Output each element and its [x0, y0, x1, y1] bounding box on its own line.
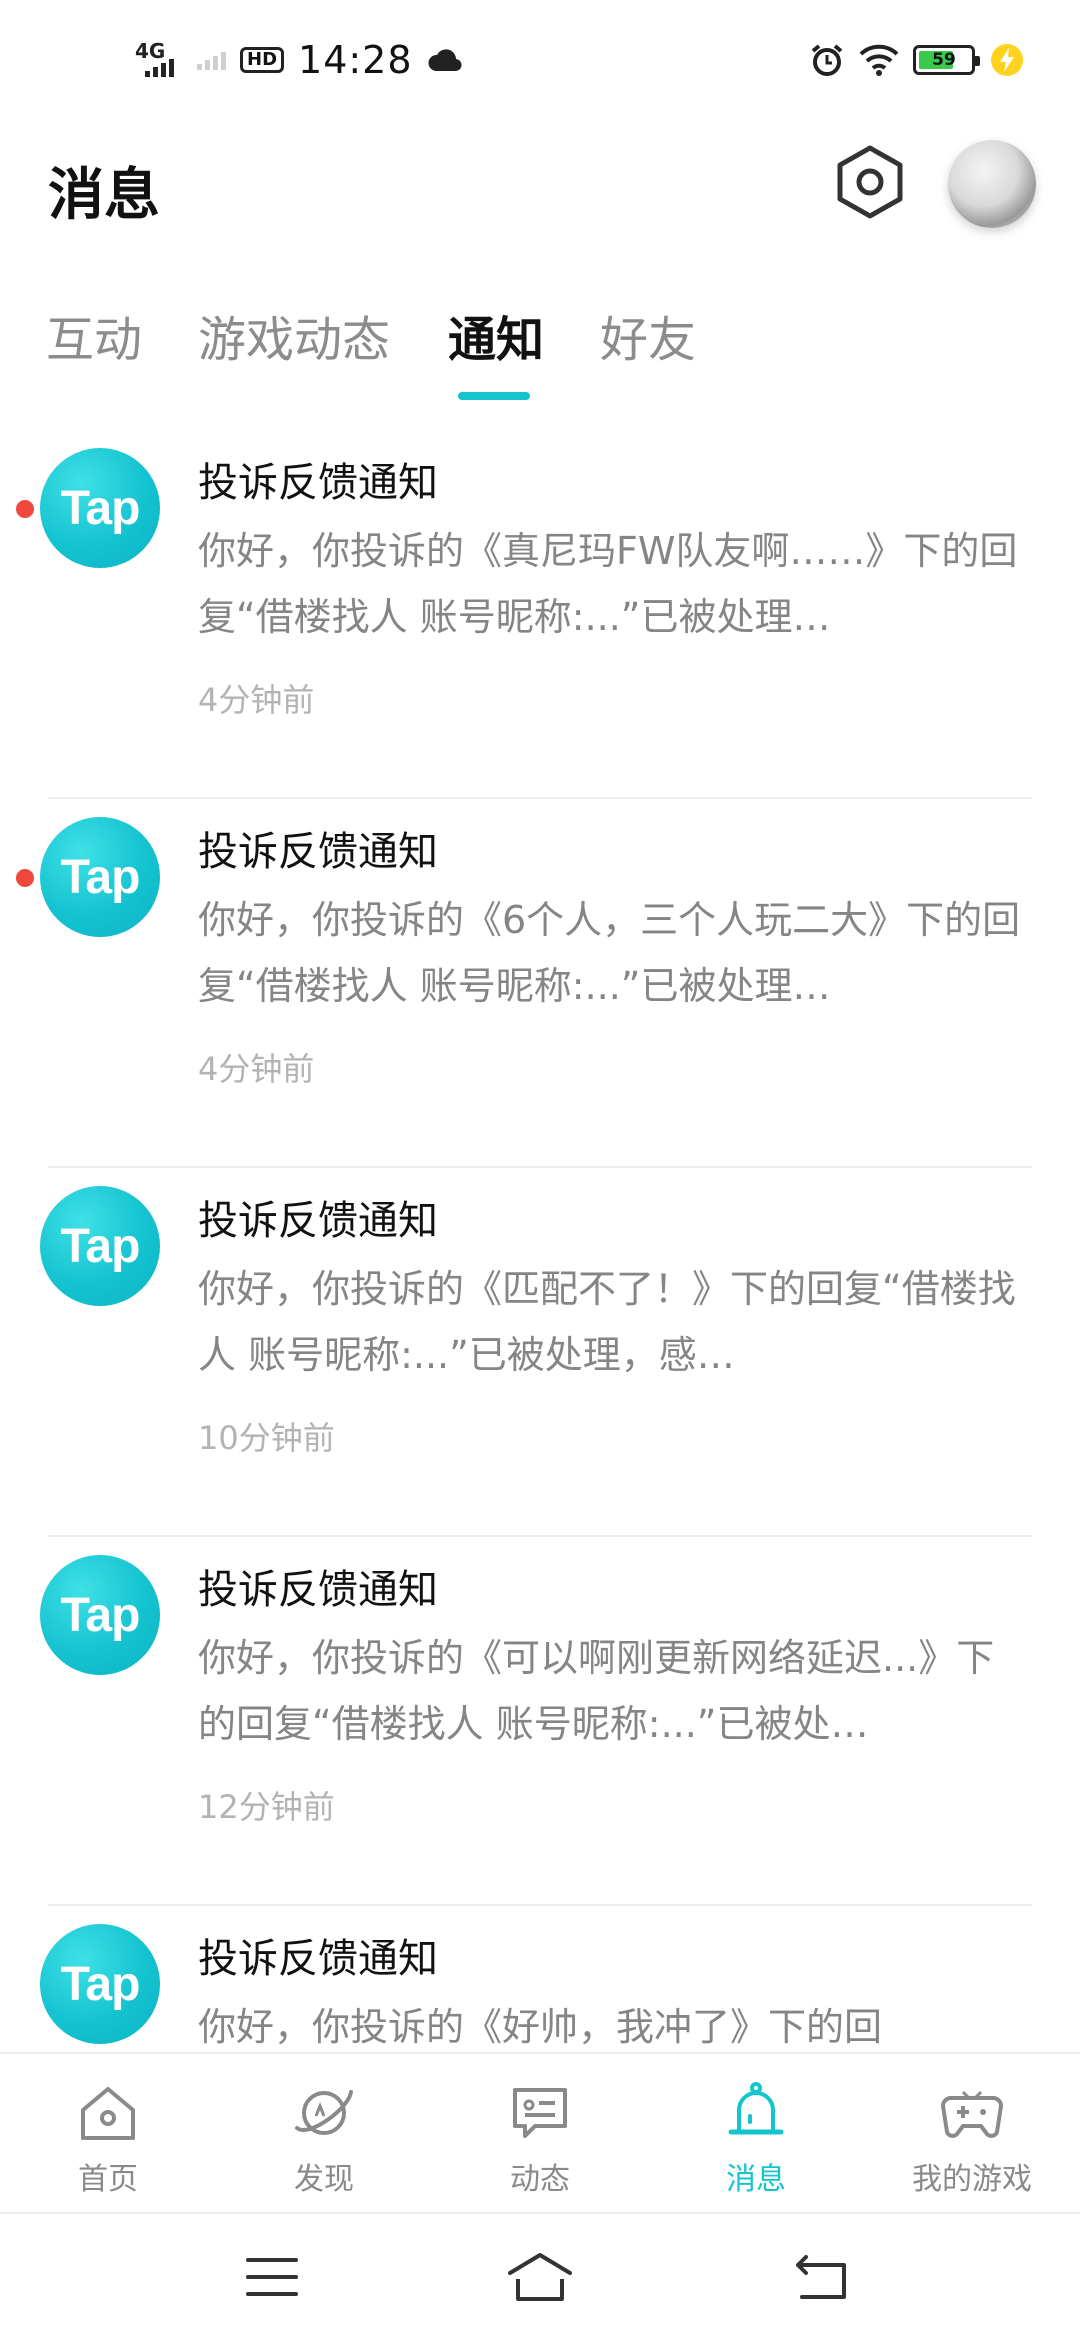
nav-home[interactable]: 首页	[0, 2078, 216, 2198]
nav-messages[interactable]: 消息	[648, 2078, 864, 2198]
notification-body: 你好，你投诉的《匹配不了！》下的回复“借楼找人 账号昵称:...”已被处理，感…	[198, 1267, 1016, 1377]
wifi-icon	[859, 44, 899, 76]
notification-body: 你好，你投诉的《可以啊刚更新网络延迟...》下的回复“借楼找人 账号昵称:...…	[198, 1636, 995, 1746]
back-button[interactable]	[782, 2244, 862, 2310]
battery-icon: 59	[913, 45, 980, 75]
nav-messages-label: 消息	[726, 2162, 786, 2197]
tap-logo-avatar: Tap	[40, 1186, 160, 1306]
active-tab-indicator	[458, 392, 530, 400]
chat-bubble-icon	[513, 2088, 567, 2138]
notification-item[interactable]: Tap 投诉反馈通知 你好，你投诉的《匹配不了！》下的回复“借楼找人 账号昵称:…	[0, 1168, 1080, 1537]
nav-discover-label: 发现	[294, 2162, 354, 2197]
tab-game-news[interactable]: 游戏动态	[198, 300, 390, 370]
notification-item[interactable]: Tap 投诉反馈通知 你好，你投诉的《可以啊刚更新网络延迟...》下的回复“借楼…	[0, 1537, 1080, 1906]
unread-dot	[16, 869, 34, 887]
notification-title: 投诉反馈通知	[198, 1567, 438, 1613]
notification-title: 投诉反馈通知	[198, 1936, 438, 1982]
clock-time: 14:28	[298, 38, 413, 82]
home-icon	[81, 2087, 135, 2140]
tab-interaction[interactable]: 互动	[46, 300, 142, 370]
nav-my-games-label: 我的游戏	[912, 2162, 1032, 2197]
home-button[interactable]	[500, 2244, 580, 2310]
status-bar: 4G HD 14:28 59	[0, 0, 1080, 120]
recent-apps-button[interactable]	[232, 2244, 312, 2310]
notification-time: 4分钟前	[198, 681, 315, 719]
tab-friends[interactable]: 好友	[600, 300, 696, 370]
settings-button[interactable]	[832, 142, 908, 222]
notification-time: 12分钟前	[198, 1788, 335, 1826]
tap-logo-avatar: Tap	[40, 1924, 160, 2044]
charging-icon	[991, 44, 1023, 76]
messages-screen: 4G HD 14:28 59 消息 互动 游戏动态 通知 好友 Tap 投诉反馈…	[0, 0, 1080, 2340]
battery-level: 59	[932, 50, 956, 70]
header: 消息	[0, 120, 1080, 250]
notification-time: 10分钟前	[198, 1419, 335, 1457]
unread-dot	[16, 500, 34, 518]
tap-logo-text: Tap	[60, 1957, 141, 2011]
nav-feed[interactable]: 动态	[432, 2078, 648, 2198]
notification-title: 投诉反馈通知	[198, 829, 438, 875]
settings-icon	[837, 145, 903, 219]
notification-title: 投诉反馈通知	[198, 1198, 438, 1244]
notification-title: 投诉反馈通知	[198, 460, 438, 506]
notification-item[interactable]: Tap 投诉反馈通知 你好，你投诉的《6个人，三个人玩二大》下的回复“借楼找人 …	[0, 799, 1080, 1168]
tap-logo-avatar: Tap	[40, 1555, 160, 1675]
bell-icon	[728, 2082, 784, 2135]
tap-logo-text: Tap	[60, 1588, 141, 1642]
alarm-icon	[811, 44, 843, 76]
tap-logo-avatar: Tap	[40, 448, 160, 568]
menu-icon	[246, 2258, 298, 2296]
system-navigation-bar	[0, 2214, 1080, 2340]
notification-body: 你好，你投诉的《真尼玛FW队友啊……》下的回复“借楼找人 账号昵称:...”已被…	[198, 529, 1018, 639]
notification-item[interactable]: Tap 投诉反馈通知 你好，你投诉的《真尼玛FW队友啊……》下的回复“借楼找人 …	[0, 430, 1080, 799]
planet-icon	[295, 2090, 353, 2135]
cloud-weather-icon	[428, 49, 462, 72]
system-home-icon	[508, 2253, 572, 2301]
tab-notifications[interactable]: 通知	[448, 300, 544, 370]
nav-home-label: 首页	[78, 2162, 138, 2197]
tap-logo-text: Tap	[60, 850, 141, 904]
status-left: 4G HD 14:28	[135, 38, 463, 82]
signal-secondary-icon	[197, 50, 226, 70]
message-tabs: 互动 游戏动态 通知 好友	[0, 290, 1080, 400]
bottom-navigation: 首页 发现 动态 消息 我的游戏	[0, 2052, 1080, 2214]
gamepad-icon	[941, 2090, 1003, 2138]
nav-feed-label: 动态	[510, 2162, 570, 2197]
nav-discover[interactable]: 发现	[216, 2078, 432, 2198]
page-title: 消息	[48, 163, 160, 228]
tap-logo-text: Tap	[60, 1219, 141, 1273]
back-icon	[796, 2255, 846, 2299]
status-right: 59	[809, 42, 1025, 78]
nav-my-games[interactable]: 我的游戏	[864, 2078, 1080, 2198]
signal-4g-icon: 4G	[135, 41, 183, 77]
notification-body: 你好，你投诉的《6个人，三个人玩二大》下的回复“借楼找人 账号昵称:...”已被…	[198, 898, 1021, 1008]
hd-voice-icon: HD	[240, 47, 285, 73]
tap-logo-text: Tap	[60, 481, 141, 535]
user-avatar[interactable]	[948, 140, 1036, 228]
tap-logo-avatar: Tap	[40, 817, 160, 937]
notification-list: Tap 投诉反馈通知 你好，你投诉的《真尼玛FW队友啊……》下的回复“借楼找人 …	[0, 430, 1080, 2275]
notification-time: 4分钟前	[198, 1050, 315, 1088]
